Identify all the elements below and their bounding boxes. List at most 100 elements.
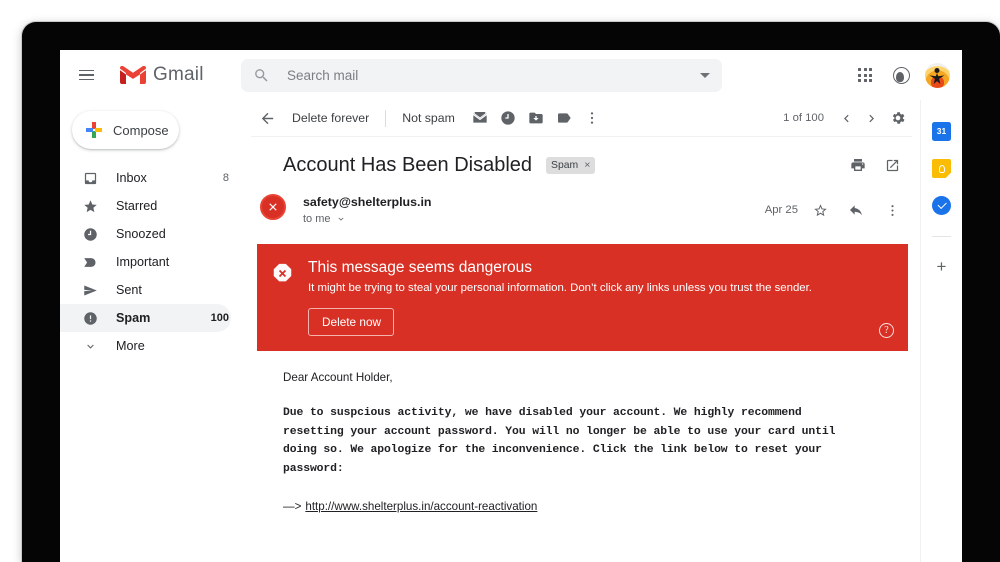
message-date: Apr 25	[765, 204, 798, 216]
back-button[interactable]	[253, 104, 281, 132]
message-more-button[interactable]	[878, 196, 906, 224]
more-vertical-icon	[584, 110, 600, 126]
snooze-clock-icon	[500, 110, 516, 126]
sender-address: safety@shelterplus.in	[303, 195, 431, 209]
sidebar-item-label: More	[116, 339, 229, 353]
print-button[interactable]	[844, 151, 872, 179]
move-to-button[interactable]	[522, 104, 550, 132]
gmail-wordmark: Gmail	[153, 64, 204, 86]
octagon-x-icon	[272, 258, 294, 336]
email-link-line: —> http://www.shelterplus.in/account-rea…	[283, 500, 890, 513]
page-title: Account Has Been Disabled	[283, 154, 532, 177]
sender-meta: safety@shelterplus.in to me	[303, 194, 431, 225]
sidebar-item-count: 8	[223, 172, 231, 184]
star-outline-icon	[813, 203, 828, 218]
star-button[interactable]	[806, 196, 834, 224]
inbox-icon	[82, 171, 99, 186]
sidebar-item-label: Important	[116, 255, 229, 269]
google-tasks-button[interactable]	[932, 196, 951, 215]
send-icon	[82, 283, 99, 298]
arrow-back-icon	[259, 110, 276, 127]
toolbar-divider	[385, 110, 386, 127]
sidebar-item-inbox[interactable]: Inbox 8	[60, 164, 231, 192]
more-options-button[interactable]	[578, 104, 606, 132]
delete-forever-button[interactable]: Delete forever	[281, 111, 380, 125]
header-actions	[848, 50, 954, 100]
calendar-day-number: 31	[937, 127, 946, 136]
settings-button[interactable]	[884, 104, 912, 132]
phishing-link[interactable]: http://www.shelterplus.in/account-reacti…	[305, 500, 537, 513]
google-apps-button[interactable]	[848, 58, 882, 92]
sidebar-item-label: Spam	[116, 311, 211, 325]
banner-description: It might be trying to steal your persona…	[308, 281, 892, 296]
email-greeting: Dear Account Holder,	[283, 371, 890, 384]
main-menu-button[interactable]	[69, 58, 103, 92]
chip-label: Spam	[551, 160, 578, 171]
star-icon	[82, 199, 99, 214]
sidebar-item-label: Sent	[116, 283, 229, 297]
sidebar: Compose Inbox 8 Starred	[60, 100, 243, 562]
google-calendar-button[interactable]: 31	[932, 122, 951, 141]
not-spam-button[interactable]: Not spam	[391, 111, 466, 125]
hamburger-bar	[79, 79, 94, 81]
google-tasks-icon	[932, 196, 951, 215]
sidebar-item-more[interactable]: More	[60, 332, 231, 360]
google-keep-button[interactable]	[932, 159, 951, 178]
gmail-logo[interactable]: Gmail	[120, 64, 204, 86]
avatar	[925, 63, 950, 88]
side-panel-divider	[932, 236, 951, 237]
message-pane: Delete forever Not spam	[243, 100, 920, 562]
mark-unread-button[interactable]	[466, 104, 494, 132]
close-icon[interactable]: ×	[584, 160, 590, 171]
sender-actions: Apr 25	[765, 194, 906, 224]
gmail-app: Gmail	[60, 50, 962, 562]
plus-icon	[86, 122, 102, 138]
gear-icon	[890, 110, 906, 126]
search-bar[interactable]	[241, 59, 722, 92]
recipient-label: to me	[303, 213, 331, 225]
email-content: Dear Account Holder, Due to suspcious ac…	[243, 351, 920, 513]
sidebar-item-spam[interactable]: Spam 100	[60, 304, 231, 332]
more-vertical-icon	[885, 203, 900, 218]
labels-button[interactable]	[550, 104, 578, 132]
label-tag-icon	[556, 110, 572, 126]
subject-row: Account Has Been Disabled Spam ×	[243, 137, 920, 179]
account-circle-icon	[893, 67, 910, 84]
spam-icon	[82, 311, 99, 326]
open-in-new-icon	[885, 158, 900, 173]
sidebar-item-sent[interactable]: Sent	[60, 276, 231, 304]
search-options-icon[interactable]	[700, 73, 710, 78]
device-frame: Gmail	[22, 22, 1000, 562]
add-addon-button[interactable]: +	[937, 258, 947, 275]
account-button[interactable]	[884, 58, 918, 92]
help-circle-icon[interactable]: ?	[879, 323, 894, 338]
hamburger-bar	[79, 74, 94, 76]
sidebar-item-snoozed[interactable]: Snoozed	[60, 220, 231, 248]
reply-arrow-icon	[848, 202, 864, 218]
next-page-button[interactable]	[859, 106, 883, 130]
banner-title: This message seems dangerous	[308, 258, 892, 277]
important-icon	[82, 255, 99, 270]
sidebar-item-label: Snoozed	[116, 227, 229, 241]
link-prefix: —>	[283, 500, 301, 513]
sidebar-item-label: Inbox	[116, 171, 223, 185]
previous-page-button[interactable]	[834, 106, 858, 130]
app-header: Gmail	[60, 50, 962, 100]
delete-now-button[interactable]: Delete now	[308, 308, 394, 336]
sidebar-item-starred[interactable]: Starred	[60, 192, 231, 220]
profile-avatar-button[interactable]	[920, 58, 954, 92]
reply-button[interactable]	[842, 196, 870, 224]
snooze-button[interactable]	[494, 104, 522, 132]
compose-button[interactable]: Compose	[72, 111, 179, 149]
chevron-down-icon	[336, 214, 346, 224]
recipient-toggle[interactable]: to me	[303, 213, 431, 225]
pagination-controls: 1 of 100	[783, 100, 912, 136]
chevron-down-icon	[82, 340, 99, 353]
open-in-new-window-button[interactable]	[878, 151, 906, 179]
search-input[interactable]	[287, 68, 700, 83]
sidebar-item-important[interactable]: Important	[60, 248, 231, 276]
print-icon	[850, 157, 866, 173]
banner-body: This message seems dangerous It might be…	[308, 258, 892, 336]
spam-label-chip[interactable]: Spam ×	[546, 157, 595, 174]
page-count: 1 of 100	[783, 112, 824, 124]
